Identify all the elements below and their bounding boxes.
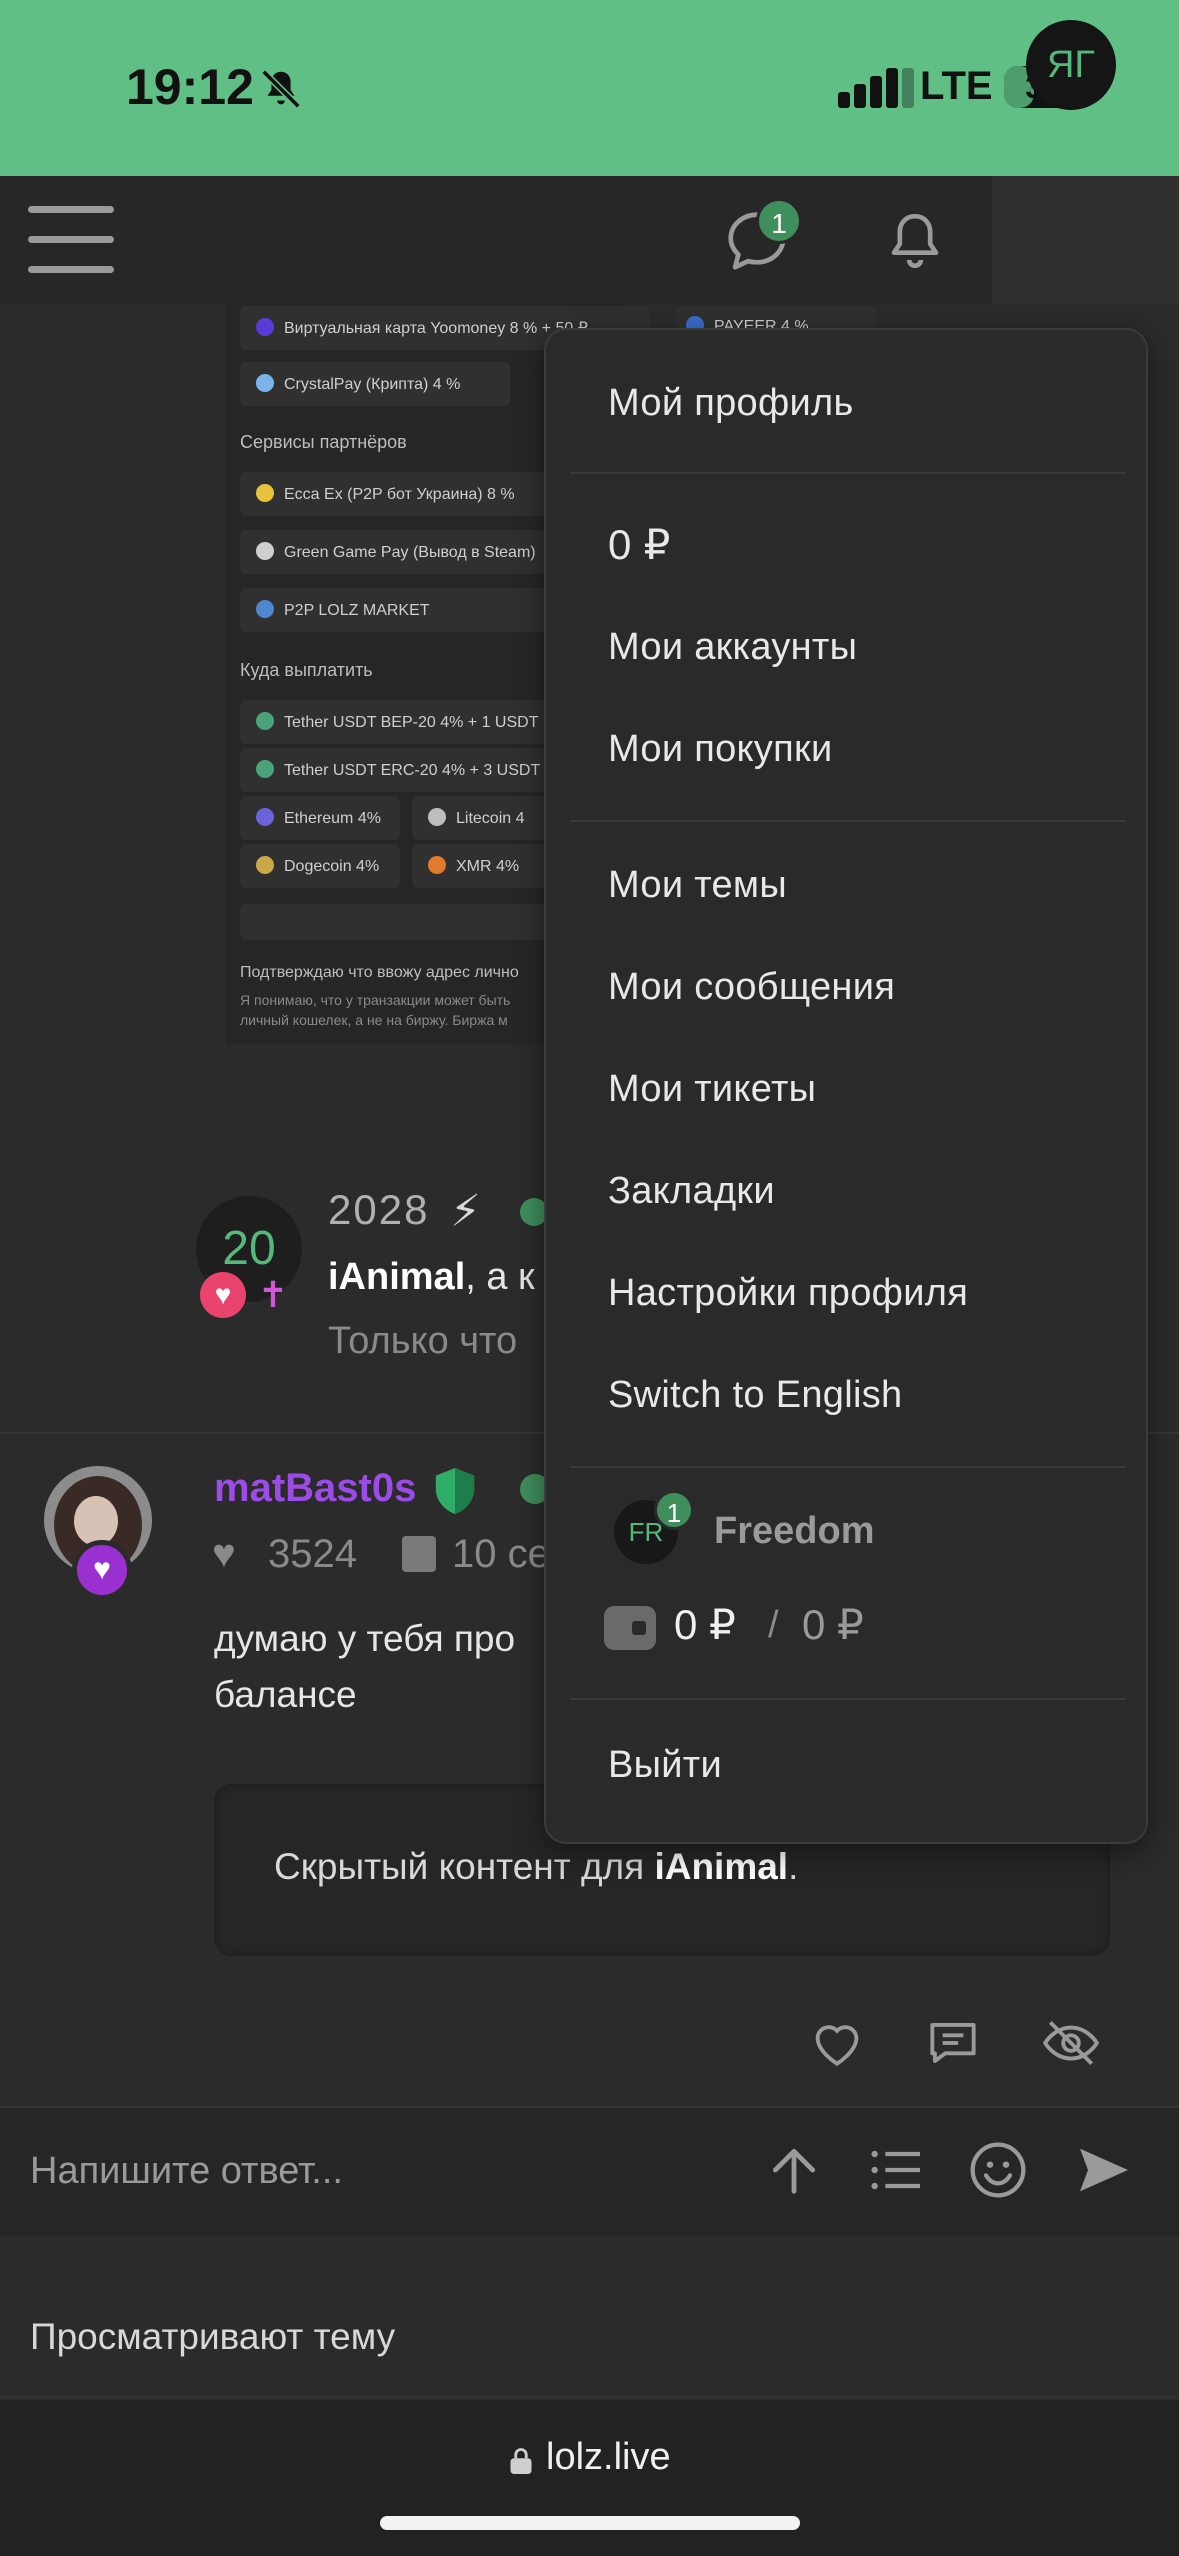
disclaimer-text: личный кошелек, а не на биржу. Биржа м — [240, 1012, 508, 1028]
user-mention: iAnimal — [328, 1256, 466, 1298]
section-heading: Куда выплатить — [240, 660, 373, 680]
post-username[interactable]: 2028 — [328, 1186, 429, 1234]
shield-icon — [435, 1468, 475, 1514]
like-heart-icon[interactable] — [806, 2012, 868, 2074]
reply-comment-icon[interactable] — [922, 2012, 984, 2074]
menu-item-logout[interactable]: Выйти — [608, 1744, 722, 1787]
wallet-icon — [604, 1606, 656, 1650]
post-text: iAnimal, а к — [328, 1256, 535, 1298]
arrow-up-icon[interactable] — [762, 2138, 826, 2202]
confirm-checkbox-label: Подтверждаю что ввожу адрес лично — [240, 964, 519, 981]
likes-heart-icon: ♥ — [212, 1532, 236, 1576]
address-input — [240, 904, 570, 940]
menu-divider — [570, 1466, 1126, 1468]
network-type: LTE — [920, 64, 993, 108]
likes-count: 3524 — [268, 1532, 357, 1576]
status-time: 19:12 — [126, 59, 254, 115]
account-dropdown-menu: Мой профиль 0 ₽ Мои аккаунты Мои покупки… — [544, 328, 1148, 1844]
menu-item-settings[interactable]: Настройки профиля — [608, 1272, 968, 1315]
payment-option: P2P LOLZ MARKET — [240, 588, 570, 632]
menu-divider — [570, 820, 1126, 822]
menu-item-accounts[interactable]: Мои аккаунты — [608, 626, 857, 669]
hamburger-menu-icon[interactable] — [28, 202, 114, 278]
payment-option: CrystalPay (Крипта) 4 % — [240, 362, 510, 406]
reply-input[interactable]: Напишите ответ... — [30, 2150, 343, 2193]
notifications-bell-icon[interactable] — [880, 206, 950, 276]
list-format-icon[interactable] — [864, 2138, 928, 2202]
freedom-badge: 1 — [654, 1490, 694, 1530]
payment-option: Tether USDT ERC-20 4% + 3 USDT — [240, 748, 570, 792]
payment-option: Green Game Pay (Вывод в Steam) — [240, 530, 570, 574]
url-text[interactable]: lolz.live — [546, 2436, 671, 2479]
payment-option: Ethereum 4% — [240, 796, 400, 840]
heart-badge-icon: ♥ — [72, 1540, 132, 1600]
menu-item-balance[interactable]: 0 ₽ — [608, 520, 671, 569]
user-avatar[interactable]: ЯГ — [1026, 20, 1116, 110]
top-app-bar: 1 — [0, 176, 1179, 304]
payment-option: Dogecoin 4% — [240, 844, 400, 888]
section-heading: Сервисы партнёров — [240, 432, 407, 452]
freedom-link[interactable]: Freedom — [714, 1510, 874, 1553]
wallet-separator: / — [768, 1604, 779, 1646]
menu-item-purchases[interactable]: Мои покупки — [608, 728, 833, 771]
menu-divider — [570, 472, 1126, 474]
calendar-icon — [402, 1536, 436, 1572]
lightning-icon: ⚡ — [450, 1187, 481, 1236]
disclaimer-text: Я понимаю, что у транзакции может быть — [240, 992, 511, 1008]
menu-item-profile[interactable]: Мой профиль — [608, 382, 854, 425]
menu-item-language[interactable]: Switch to English — [608, 1374, 902, 1417]
menu-item-messages[interactable]: Мои сообщения — [608, 966, 895, 1009]
cross-badge-icon: ✝ — [257, 1274, 289, 1315]
user-mention: iAnimal — [654, 1846, 789, 1887]
hide-eye-icon[interactable] — [1040, 2012, 1102, 2074]
post-timestamp: Только что — [328, 1320, 518, 1362]
conversations-badge: 1 — [756, 198, 802, 244]
menu-item-threads[interactable]: Мои темы — [608, 864, 787, 907]
wallet-hold-balance[interactable]: 0 ₽ — [802, 1600, 864, 1649]
viewers-heading: Просматривают тему — [30, 2316, 396, 2357]
menu-item-tickets[interactable]: Мои тикеты — [608, 1068, 816, 1111]
post-text: балансе — [214, 1674, 357, 1715]
post-username[interactable]: matBast0s — [214, 1466, 416, 1511]
signal-icon — [838, 68, 914, 108]
bell-muted-icon — [261, 69, 301, 109]
home-indicator[interactable] — [380, 2516, 800, 2530]
viewers-divider — [0, 2396, 1179, 2398]
hidden-content-text: Скрытый контент для iAnimal. — [274, 1846, 799, 1887]
post-text: думаю у тебя про — [214, 1618, 516, 1659]
heart-badge-icon: ♥ — [200, 1272, 246, 1318]
lock-icon — [510, 2448, 532, 2474]
wallet-balance[interactable]: 0 ₽ — [674, 1600, 736, 1649]
account-menu-toggle[interactable] — [992, 176, 1179, 304]
smiley-icon[interactable] — [966, 2138, 1030, 2202]
menu-item-bookmarks[interactable]: Закладки — [608, 1170, 775, 1213]
menu-divider — [570, 1698, 1126, 1700]
send-icon[interactable] — [1072, 2138, 1136, 2202]
payment-option: Tether USDT BEP-20 4% + 1 USDT — [240, 700, 570, 744]
payment-option: Ecca Ex (P2P бот Украина) 8 % — [240, 472, 570, 516]
registration-date: 10 се — [452, 1532, 550, 1576]
status-bar: 19:12 LTE 39 — [0, 0, 1179, 176]
